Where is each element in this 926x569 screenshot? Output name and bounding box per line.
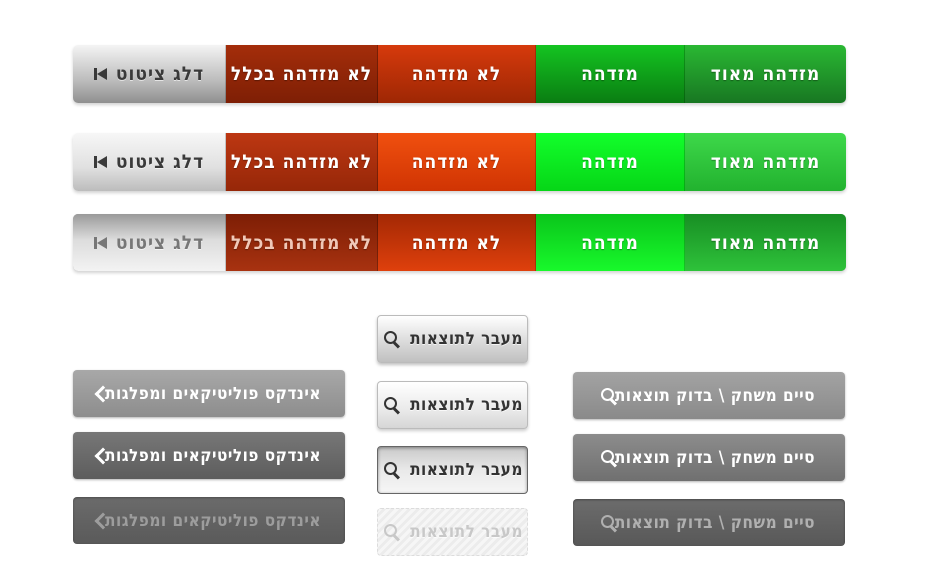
go-to-results-label: מעבר לתוצאות: [410, 395, 523, 415]
rating-bar-hover: דלג ציטוט לא מזדהה בכלל לא מזדהה מזדהה מ…: [73, 133, 846, 191]
go-to-results-label: מעבר לתוצאות: [410, 522, 523, 542]
rating-bar-pressed: דלג ציטוט לא מזדהה בכלל לא מזדהה מזדהה מ…: [73, 214, 846, 271]
go-to-results-button[interactable]: מעבר לתוצאות: [377, 381, 528, 429]
skip-back-icon: [93, 67, 108, 81]
identify-label: מזדהה: [581, 151, 639, 173]
not-identify-button[interactable]: לא מזדהה: [378, 45, 536, 103]
politicians-index-label: אינדקס פוליטיקאים ומפלגות: [105, 445, 321, 466]
not-identify-label: לא מזדהה: [411, 151, 502, 173]
identify-very-much-label: מזדהה מאוד: [710, 151, 821, 173]
search-icon: [382, 461, 400, 479]
not-identify-label: לא מזדהה: [411, 63, 502, 85]
identify-button[interactable]: מזדהה: [536, 45, 685, 103]
search-icon: [382, 396, 400, 414]
end-game-label: סיים משחק \ בדוק תוצאות: [614, 512, 815, 533]
search-icon: [599, 387, 617, 405]
politicians-index-label: אינדקס פוליטיקאים ומפלגות: [105, 383, 321, 404]
not-identify-button[interactable]: לא מזדהה: [378, 133, 536, 191]
not-identify-at-all-button[interactable]: לא מזדהה בכלל: [226, 133, 378, 191]
go-to-results-button[interactable]: מעבר לתוצאות: [377, 315, 528, 363]
go-to-results-button-disabled: מעבר לתוצאות: [377, 508, 528, 556]
search-icon: [382, 330, 400, 348]
identify-button[interactable]: מזדהה: [536, 133, 685, 191]
skip-quote-button[interactable]: דלג ציטוט: [73, 45, 226, 103]
identify-very-much-label: מזדהה מאוד: [710, 231, 821, 254]
identify-very-much-button[interactable]: מזדהה מאוד: [685, 133, 846, 191]
skip-quote-button[interactable]: דלג ציטוט: [73, 133, 226, 191]
go-to-results-label: מעבר לתוצאות: [410, 329, 523, 349]
end-game-check-results-button[interactable]: סיים משחק \ בדוק תוצאות: [573, 434, 845, 481]
go-to-results-label: מעבר לתוצאות: [410, 460, 523, 480]
end-game-check-results-button[interactable]: סיים משחק \ בדוק תוצאות: [573, 499, 845, 546]
search-icon: [382, 523, 400, 541]
identify-very-much-button[interactable]: מזדהה מאוד: [685, 45, 846, 103]
end-game-check-results-button[interactable]: סיים משחק \ בדוק תוצאות: [573, 372, 845, 419]
go-to-results-button[interactable]: מעבר לתוצאות: [377, 446, 528, 494]
identify-label: מזדהה: [581, 231, 639, 254]
politicians-index-button[interactable]: אינדקס פוליטיקאים ומפלגות: [73, 497, 345, 544]
skip-quote-label: דלג ציטוט: [115, 63, 205, 85]
not-identify-at-all-button[interactable]: לא מזדהה בכלל: [226, 45, 378, 103]
skip-quote-label: דלג ציטוט: [115, 151, 205, 173]
skip-quote-label: דלג ציטוט: [115, 231, 205, 254]
not-identify-button[interactable]: לא מזדהה: [378, 214, 536, 271]
skip-back-icon: [93, 236, 108, 250]
identify-label: מזדהה: [581, 63, 639, 85]
not-identify-label: לא מזדהה: [411, 231, 502, 254]
politicians-index-label: אינדקס פוליטיקאים ומפלגות: [105, 510, 321, 531]
identify-very-much-button[interactable]: מזדהה מאוד: [685, 214, 846, 271]
not-identify-at-all-button[interactable]: לא מזדהה בכלל: [226, 214, 378, 271]
skip-quote-button[interactable]: דלג ציטוט: [73, 214, 226, 271]
rating-bar-normal: דלג ציטוט לא מזדהה בכלל לא מזדהה מזדהה מ…: [73, 45, 846, 103]
skip-back-icon: [93, 155, 108, 169]
identify-very-much-label: מזדהה מאוד: [710, 63, 821, 85]
not-identify-at-all-label: לא מזדהה בכלל: [230, 151, 373, 173]
politicians-index-button[interactable]: אינדקס פוליטיקאים ומפלגות: [73, 370, 345, 417]
not-identify-at-all-label: לא מזדהה בכלל: [230, 63, 373, 85]
identify-button[interactable]: מזדהה: [536, 214, 685, 271]
politicians-index-button[interactable]: אינדקס פוליטיקאים ומפלגות: [73, 432, 345, 479]
not-identify-at-all-label: לא מזדהה בכלל: [230, 231, 373, 254]
end-game-label: סיים משחק \ בדוק תוצאות: [614, 447, 815, 468]
search-icon: [599, 514, 617, 532]
end-game-label: סיים משחק \ בדוק תוצאות: [614, 385, 815, 406]
search-icon: [599, 449, 617, 467]
